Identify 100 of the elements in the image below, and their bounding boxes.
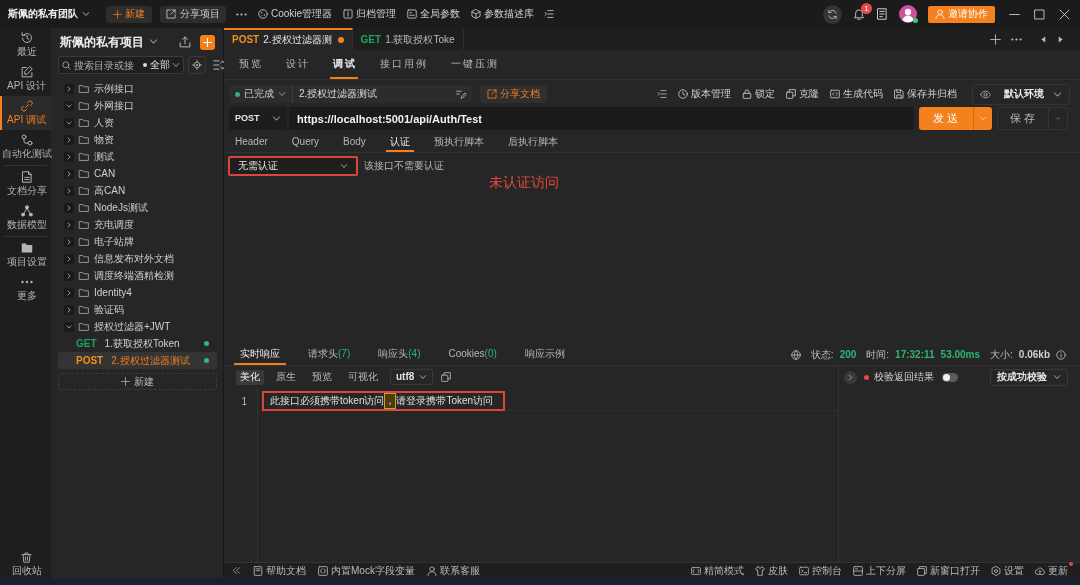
crosshair-icon[interactable] <box>188 56 206 74</box>
share-project-button[interactable]: 分享项目 <box>160 5 226 23</box>
folder-name[interactable]: 授权过滤器+JWT <box>94 319 171 334</box>
folder-name[interactable]: CAN <box>94 168 116 179</box>
toggle-switch[interactable] <box>942 372 958 382</box>
globe-icon[interactable] <box>790 349 801 360</box>
chevron-right-icon[interactable] <box>64 270 74 281</box>
response-tab[interactable]: 响应头(4) <box>372 344 427 365</box>
plus-icon[interactable] <box>990 33 1001 45</box>
chevron-right-icon[interactable] <box>64 304 74 315</box>
chevron-right-icon[interactable] <box>64 202 74 213</box>
format-tab[interactable]: 可视化 <box>344 369 382 385</box>
footer-button[interactable]: 设置 <box>991 564 1024 577</box>
nav-item[interactable]: 自动化测试 <box>0 130 51 164</box>
folder-name[interactable]: 示例接口 <box>94 81 134 96</box>
footer-button[interactable]: 精简模式 <box>691 564 744 577</box>
format-tab[interactable]: 原生 <box>272 369 300 385</box>
toolbar-button[interactable]: 生成代码 <box>830 88 883 100</box>
folder-name[interactable]: 电子站牌 <box>94 234 134 249</box>
chevron-right-icon[interactable] <box>64 134 74 145</box>
footer-button[interactable]: 上下分屏 <box>853 564 906 577</box>
footer-link[interactable]: 帮助文档 <box>253 564 306 577</box>
tray-arrow-icon[interactable] <box>179 36 191 48</box>
project-dropdown[interactable]: 斯佩的私有项目 <box>60 34 158 50</box>
view-tab[interactable]: 接口用例 <box>377 50 429 79</box>
toolbar-button[interactable]: 保存并归档 <box>894 88 957 100</box>
chevron-down-icon[interactable] <box>64 100 74 111</box>
response-tab[interactable]: 响应示例 <box>518 344 571 365</box>
chevron-right-icon[interactable] <box>64 168 74 179</box>
nav-item[interactable]: 文档分享 <box>0 167 51 201</box>
toolbar-link[interactable]: 全局参数 <box>407 8 461 20</box>
encoding-dropdown[interactable]: utf8 <box>390 369 434 385</box>
chevron-down-icon[interactable] <box>64 117 74 128</box>
response-tab[interactable]: 实时响应 <box>234 344 286 365</box>
footer-button[interactable]: 新窗口打开 <box>917 564 980 577</box>
toolbar-button[interactable]: 克隆 <box>786 88 819 100</box>
folder-name[interactable]: 充电调度 <box>94 217 134 232</box>
chevron-right-icon[interactable] <box>64 83 74 94</box>
chevron-down-icon[interactable] <box>64 321 74 332</box>
folder-name[interactable]: NodeJs测试 <box>94 200 148 215</box>
request-tab[interactable]: POST 2.授权过滤器测 <box>224 28 353 50</box>
new-item-button[interactable]: 新建 <box>58 373 217 390</box>
footer-button[interactable]: 皮肤 <box>755 564 788 577</box>
copy-icon[interactable] <box>441 372 452 382</box>
nav-item[interactable]: 项目设置 <box>0 238 51 272</box>
view-tab[interactable]: 调试 <box>330 50 358 79</box>
chevron-right-icon[interactable] <box>64 253 74 264</box>
request-tab[interactable]: GET 1.获取授权Toke <box>352 28 464 50</box>
maximize-icon[interactable] <box>1034 8 1045 20</box>
validation-mode-dropdown[interactable]: 按成功校验 <box>990 368 1068 386</box>
request-section-tab[interactable]: Header <box>231 133 272 152</box>
view-tab[interactable]: 预览 <box>236 50 264 79</box>
chevron-right-icon[interactable] <box>64 219 74 230</box>
request-section-tab[interactable]: 后执行脚本 <box>503 133 562 152</box>
format-tab[interactable]: 美化 <box>236 369 264 385</box>
request-section-tab[interactable]: Body <box>339 133 370 152</box>
avatar-icon[interactable] <box>899 5 917 23</box>
edit-icon[interactable] <box>456 89 466 99</box>
method-dropdown[interactable]: POST <box>229 107 287 130</box>
folder-name[interactable]: 验证码 <box>94 302 124 317</box>
endpoint-item[interactable]: POST 2.授权过滤器测试 <box>58 352 217 369</box>
toolbar-link[interactable]: Cookie管理器 <box>258 8 333 20</box>
folder-name[interactable]: 人资 <box>94 115 114 130</box>
share-docs-button[interactable]: 分享文档 <box>480 85 547 103</box>
toolbar-link[interactable]: 归档管理 <box>343 8 397 20</box>
footer-button[interactable]: 控制台 <box>799 564 842 577</box>
triangle-left-icon[interactable] <box>1040 35 1047 43</box>
chevron-right-icon[interactable] <box>844 370 857 384</box>
request-section-tab[interactable]: Query <box>287 133 324 152</box>
view-tab[interactable]: 设计 <box>283 50 311 79</box>
chevron-right-icon[interactable] <box>64 185 74 196</box>
footer-button[interactable]: 更新 <box>1035 564 1068 577</box>
folder-name[interactable]: 物资 <box>94 132 114 147</box>
filter-dropdown[interactable]: 全部 <box>143 56 180 74</box>
nav-item[interactable]: API 调试 <box>0 96 51 130</box>
endpoint-item[interactable]: GET 1.获取授权Token <box>58 335 217 352</box>
sync-icon[interactable] <box>823 4 842 24</box>
team-dropdown[interactable]: 斯佩的私有团队 <box>8 8 90 20</box>
folder-name[interactable]: Identity4 <box>94 287 132 298</box>
close-icon[interactable] <box>1059 8 1070 20</box>
list-chevrons-icon[interactable] <box>213 59 225 71</box>
nav-item[interactable]: 数据模型 <box>0 201 51 235</box>
toolbar-link[interactable]: 参数描述库 <box>471 8 535 20</box>
nav-item[interactable]: API 设计 <box>0 62 51 96</box>
footer-link[interactable]: 联系客服 <box>426 564 480 577</box>
list-icon[interactable] <box>657 89 667 99</box>
folder-name[interactable]: 外网接口 <box>94 98 134 113</box>
plus-icon[interactable] <box>200 34 215 50</box>
response-tab[interactable]: 请求头(7) <box>302 344 357 365</box>
list-icon[interactable] <box>544 9 555 19</box>
save-button[interactable]: 保存 <box>997 107 1048 130</box>
double-chevron-left-icon[interactable] <box>232 566 241 575</box>
trash-button[interactable]: 回收站 <box>0 550 51 578</box>
nav-item[interactable]: 更多 <box>0 272 51 306</box>
folder-name[interactable]: 测试 <box>94 149 114 164</box>
status-dropdown[interactable]: 已完成 <box>229 85 292 103</box>
response-tab[interactable]: Cookies(0) <box>442 344 503 365</box>
chevron-right-icon[interactable] <box>64 151 74 162</box>
folder-name[interactable]: 高CAN <box>94 183 126 198</box>
request-section-tab[interactable]: 预执行脚本 <box>429 133 488 152</box>
